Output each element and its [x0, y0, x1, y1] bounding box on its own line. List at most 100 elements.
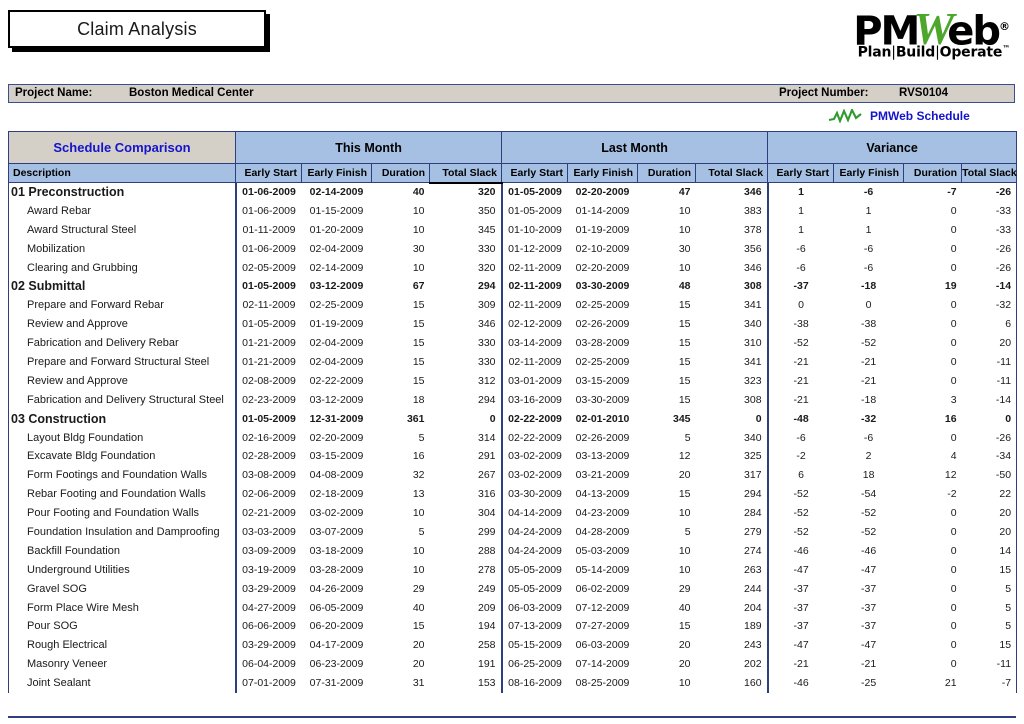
- col-header-va-early-start[interactable]: Early Start: [767, 163, 835, 183]
- table-row[interactable]: Pour Footing and Foundation Walls 02-21-2…: [8, 503, 1018, 523]
- cell-va-0: -6: [796, 242, 806, 255]
- table-row[interactable]: Layout Bldg Foundation 02-16-2009 02-20-20…: [8, 428, 1018, 447]
- cell-lm-2: 12: [678, 450, 691, 463]
- col-header-lm-early-start[interactable]: Early Start: [501, 163, 569, 183]
- cell-va-1: -47: [860, 639, 877, 652]
- cell-tm-2: 15: [412, 337, 425, 350]
- col-header-lm-early-finish[interactable]: Early Finish: [567, 163, 639, 183]
- col-header-description[interactable]: Description: [8, 163, 236, 183]
- cell-lm-3: 189: [695, 616, 769, 636]
- col-header-lm-duration[interactable]: Duration: [637, 163, 697, 183]
- cell-tm-0: 01-21-2009: [242, 337, 296, 350]
- cell-lm-1: 06-03-2009: [575, 639, 630, 652]
- table-row[interactable]: 01 Preconstruction 01-06-2009 02-14-2009 40…: [8, 182, 1018, 202]
- group-header-last-month: Last Month: [501, 131, 769, 164]
- col-header-tm-duration[interactable]: Duration: [371, 163, 430, 183]
- cell-va-2: 0: [950, 261, 957, 274]
- row-task-label: Prepare and Forward Structural Steel: [8, 352, 237, 372]
- table-row[interactable]: Form Footings and Foundation Walls 03-08-…: [8, 465, 1018, 485]
- table-row[interactable]: Excavate Bldg Foundation 02-28-2009 03-15-…: [8, 446, 1018, 466]
- cell-va-2: 0: [950, 223, 957, 236]
- table-row[interactable]: Fabrication and Delivery Rebar 01-21-2009…: [8, 333, 1018, 353]
- col-header-tm-total-slack[interactable]: Total Slack: [428, 163, 503, 184]
- col-header-tm-early-finish[interactable]: Early Finish: [301, 163, 372, 183]
- cell-tm-0: 01-05-2009: [242, 412, 296, 425]
- table-row[interactable]: Underground Utilities 03-19-2009 03-28-200…: [8, 560, 1018, 580]
- col-header-lm-total-slack[interactable]: Total Slack: [695, 163, 769, 183]
- cell-va-1: -6: [863, 242, 874, 255]
- cell-va-0: 1: [798, 204, 804, 217]
- table-row[interactable]: Form Place Wire Mesh 04-27-2009 06-05-2009…: [8, 598, 1018, 617]
- table-row[interactable]: Rebar Footing and Foundation Walls 02-06-…: [8, 484, 1018, 504]
- cell-lm-1: 04-23-2009: [575, 507, 630, 520]
- table-row[interactable]: 02 Submittal 01-05-2009 03-12-2009 67 294 02-…: [8, 276, 1018, 296]
- cell-lm-0: 02-11-2009: [508, 355, 562, 368]
- cell-lm-2: 15: [678, 374, 691, 387]
- cell-lm-3: 263: [695, 560, 769, 580]
- table-row[interactable]: Award Rebar 01-06-2009 01-15-2009 10 350 01-0…: [8, 201, 1018, 221]
- cell-tm-3: 304: [429, 503, 503, 523]
- cell-lm-2: 10: [678, 223, 691, 236]
- col-header-va-total-slack[interactable]: Total Slack: [961, 163, 1018, 183]
- cell-lm-2: 10: [678, 677, 691, 690]
- cell-tm-2: 20: [412, 639, 425, 652]
- cell-va-2: 0: [950, 620, 957, 633]
- cell-lm-3: 317: [695, 465, 769, 485]
- cell-lm-0: 01-10-2009: [508, 223, 562, 236]
- table-row[interactable]: Prepare and Forward Structural Steel 01-2…: [8, 352, 1018, 372]
- cell-lm-1: 02-20-2009: [575, 186, 630, 199]
- table-row[interactable]: Masonry Veneer 06-04-2009 06-23-2009 20 191 0…: [8, 654, 1018, 674]
- logo-text-pm: PM: [853, 8, 920, 55]
- row-task-label: Award Rebar: [8, 201, 237, 221]
- table-row[interactable]: 03 Construction 01-05-2009 12-31-2009 361 0 0…: [8, 409, 1018, 429]
- cell-va-3: 14: [961, 541, 1018, 561]
- table-row[interactable]: Rough Electrical 03-29-2009 04-17-2009 20 25…: [8, 635, 1018, 655]
- table-row[interactable]: Gravel SOG 03-29-2009 04-26-2009 29 249 05-05…: [8, 579, 1018, 599]
- table-row[interactable]: Award Structural Steel 01-11-2009 01-20-20…: [8, 220, 1018, 240]
- cell-tm-2: 5: [418, 431, 425, 444]
- table-row[interactable]: Review and Approve 02-08-2009 02-22-2009 15…: [8, 371, 1018, 391]
- cell-tm-0: 03-03-2009: [242, 525, 296, 538]
- table-row[interactable]: Pour SOG 06-06-2009 06-20-2009 15 194 07-13-2…: [8, 616, 1018, 636]
- col-header-va-duration[interactable]: Duration: [903, 163, 963, 183]
- cell-lm-1: 05-14-2009: [575, 563, 630, 576]
- table-row[interactable]: Joint Sealant 07-01-2009 07-31-2009 31 153 08…: [8, 673, 1018, 693]
- table-row[interactable]: Foundation Insulation and Damproofing 03-…: [8, 522, 1018, 542]
- cell-va-0: -46: [793, 544, 809, 557]
- cell-va-3: -26: [961, 239, 1018, 259]
- cell-va-1: -37: [860, 620, 877, 633]
- table-row[interactable]: Backfill Foundation 03-09-2009 03-18-2009 1…: [8, 541, 1018, 561]
- cell-tm-0: 02-05-2009: [242, 261, 296, 274]
- cell-tm-3: 278: [429, 560, 503, 580]
- cell-va-0: 1: [798, 223, 804, 236]
- col-header-va-early-finish[interactable]: Early Finish: [833, 163, 905, 183]
- cell-tm-2: 29: [412, 582, 425, 595]
- cell-tm-1: 07-31-2009: [309, 677, 364, 690]
- table-row[interactable]: Mobilization 01-06-2009 02-04-2009 30 330 01-…: [8, 239, 1018, 259]
- cell-lm-3: 378: [695, 220, 769, 240]
- cell-va-1: -52: [860, 337, 877, 350]
- cell-lm-1: 08-25-2009: [575, 677, 630, 690]
- row-task-label: Clearing and Grubbing: [8, 258, 237, 277]
- cell-lm-1: 07-14-2009: [575, 658, 630, 671]
- row-task-label: Review and Approve: [8, 371, 237, 391]
- row-task-label: Joint Sealant: [8, 673, 237, 693]
- group-header-schedule-comparison: Schedule Comparison: [8, 131, 236, 164]
- table-row[interactable]: Prepare and Forward Rebar 02-11-2009 02-25…: [8, 295, 1018, 315]
- table-row[interactable]: Review and Approve 01-05-2009 01-19-2009 15…: [8, 314, 1018, 334]
- cell-va-2: 0: [950, 318, 957, 331]
- cell-va-1: -52: [860, 507, 877, 520]
- cell-tm-2: 31: [412, 677, 425, 690]
- cell-va-0: -47: [793, 563, 809, 576]
- cell-tm-2: 40: [412, 186, 425, 199]
- table-row[interactable]: Fabrication and Delivery Structural Stee…: [8, 390, 1018, 410]
- cell-va-2: 0: [950, 658, 957, 671]
- cell-va-3: 20: [961, 503, 1018, 523]
- cell-lm-2: 15: [678, 355, 691, 368]
- col-header-tm-early-start[interactable]: Early Start: [235, 163, 302, 183]
- group-header-variance: Variance: [767, 131, 1018, 164]
- cell-lm-2: 5: [684, 431, 691, 444]
- cell-va-1: -18: [860, 393, 877, 406]
- cell-tm-1: 01-15-2009: [309, 204, 364, 217]
- table-row[interactable]: Clearing and Grubbing 02-05-2009 02-14-200…: [8, 258, 1018, 277]
